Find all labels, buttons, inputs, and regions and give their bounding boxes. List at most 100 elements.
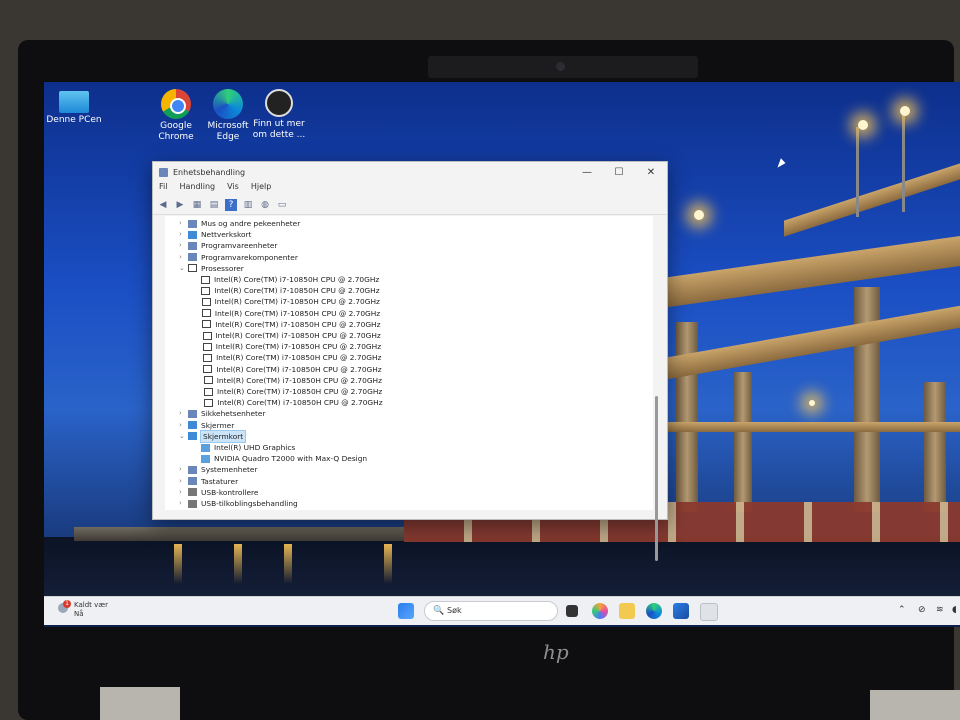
menu-view[interactable]: Vis <box>227 182 239 196</box>
search-icon: 🔍 <box>433 606 445 616</box>
chevron-right-icon[interactable]: › <box>179 487 188 498</box>
processor-icon <box>201 286 211 295</box>
scan-hardware-icon[interactable]: ◍ <box>259 199 271 211</box>
device-icon <box>188 253 197 262</box>
usb-icon <box>188 488 197 497</box>
chevron-right-icon[interactable]: › <box>179 408 188 419</box>
tree-category-item[interactable]: › Nettverkskort <box>179 229 251 240</box>
scrollbar[interactable] <box>655 396 658 561</box>
chevron-right-icon[interactable]: › <box>179 420 188 431</box>
title-bar[interactable]: Enhetsbehandling — ☐ ✕ <box>153 162 667 182</box>
tree-device-item[interactable]: Intel(R) Core(TM) i7-10850H CPU @ 2.70GH… <box>203 364 382 375</box>
wifi-icon[interactable]: ≋ <box>936 605 944 615</box>
tree-category-item[interactable]: › Programvarekomponenter <box>179 252 298 263</box>
chevron-right-icon[interactable]: › <box>179 498 188 509</box>
tree-category-item[interactable]: › Sikkehetsenheter <box>179 408 266 419</box>
tree-item-label: Intel(R) Core(TM) i7-10850H CPU @ 2.70GH… <box>214 286 380 296</box>
tree-category-item[interactable]: › Tastaturer <box>179 476 238 487</box>
weather-widget[interactable]: 1 Kaldt vær Nå <box>58 600 109 619</box>
tree-item-label: Skjermer <box>201 420 235 430</box>
tree-item-label: Mus og andre pekeenheter <box>201 219 301 228</box>
tree-category-item[interactable]: ⌄ Skjermkort <box>179 429 247 443</box>
notifications-off-icon[interactable]: ⊘ <box>918 605 926 615</box>
tree-device-item[interactable]: Intel(R) Core(TM) i7-10850H CPU @ 2.70GH… <box>201 296 380 307</box>
menu-bar: Fil Handling Vis Hjelp <box>153 182 667 196</box>
wallpaper-light <box>809 400 815 406</box>
maximize-button[interactable]: ☐ <box>603 167 635 178</box>
tree-category-item[interactable]: › Skjermer <box>179 420 234 431</box>
device-icon <box>188 409 197 418</box>
monitor-icon[interactable]: ▭ <box>276 199 288 211</box>
tree-device-item[interactable]: Intel(R) Core(TM) i7-10850H CPU @ 2.70GH… <box>203 375 382 386</box>
wallpaper-reflection <box>234 544 242 584</box>
tree-category-item[interactable]: › Mus og andre pekeenheter <box>179 218 300 229</box>
store-icon[interactable] <box>673 603 689 619</box>
monitor-icon <box>188 421 197 430</box>
tree-category-item[interactable]: ⌄ Prosessorer <box>179 263 244 274</box>
toolbar: ◀ ▶ ▦ ▤ ? ▥ ◍ ▭ <box>153 196 667 215</box>
copilot-icon[interactable] <box>592 603 608 619</box>
chevron-right-icon[interactable]: › <box>179 252 188 263</box>
tree-device-item[interactable]: Intel(R) Core(TM) i7-10850H CPU @ 2.70GH… <box>204 397 383 408</box>
chevron-down-icon[interactable]: ⌄ <box>179 431 188 442</box>
close-button[interactable]: ✕ <box>635 167 667 178</box>
wallpaper-bridge-deck <box>662 305 960 381</box>
tree-item-label: Skjermkort <box>199 429 247 443</box>
wallpaper-reflection <box>384 544 392 584</box>
desktop-icon-chrome[interactable]: Google Chrome <box>146 89 206 143</box>
tree-device-item[interactable]: Intel(R) Core(TM) i7-10850H CPU @ 2.70GH… <box>201 274 379 285</box>
tree-device-item[interactable]: Intel(R) Core(TM) i7-10850H CPU @ 2.70GH… <box>201 285 380 296</box>
weather-text: Kaldt vær <box>74 601 109 609</box>
tree-device-item[interactable]: Intel(R) Core(TM) i7-10850H CPU @ 2.70GH… <box>202 330 381 341</box>
tree-category-item[interactable]: › USB-tilkoblingsbehandling <box>179 498 298 509</box>
tree-device-item[interactable]: Intel(R) Core(TM) i7-10850H CPU @ 2.70GH… <box>201 308 380 319</box>
device-manager-window[interactable]: Enhetsbehandling — ☐ ✕ Fil Handling Vis … <box>152 161 668 561</box>
chevron-down-icon[interactable]: ⌄ <box>179 263 188 274</box>
menu-help[interactable]: Hjelp <box>251 182 271 196</box>
monitor-icon <box>188 230 197 239</box>
file-explorer-icon[interactable] <box>619 603 635 619</box>
edge-taskbar-icon[interactable] <box>646 603 662 619</box>
tree-device-item[interactable]: Intel(R) Core(TM) i7-10850H CPU @ 2.70GH… <box>202 341 381 352</box>
tree-item-label: Intel(R) UHD Graphics <box>214 443 296 452</box>
minimize-button[interactable]: — <box>571 167 603 178</box>
start-windows-icon[interactable] <box>398 603 414 619</box>
forward-arrow-icon[interactable]: ▶ <box>174 199 186 211</box>
processor-icon <box>204 398 214 407</box>
wallpaper-light <box>858 120 868 130</box>
tree-category-item[interactable]: › USB-kontrollere <box>179 487 258 498</box>
chevron-up-icon[interactable]: ⌃ <box>898 605 906 615</box>
tree-device-item[interactable]: Intel(R) UHD Graphics <box>201 442 295 453</box>
tree-device-item[interactable]: Intel(R) Core(TM) i7-10850H CPU @ 2.70GH… <box>202 319 381 330</box>
menu-action[interactable]: Handling <box>179 182 215 196</box>
wallpaper-bridge-deck <box>784 163 960 237</box>
update-driver-icon[interactable]: ▤ <box>208 199 220 211</box>
tree-device-item[interactable]: Intel(R) Core(TM) i7-10850H CPU @ 2.70GH… <box>204 386 382 397</box>
help-icon[interactable]: ? <box>225 199 237 211</box>
chevron-right-icon[interactable]: › <box>179 464 188 475</box>
tree-category-item[interactable]: › Programvareenheter <box>179 240 277 251</box>
chevron-right-icon[interactable]: › <box>179 229 188 240</box>
desktop-icon-learn-more[interactable]: Finn ut mer om dette ... <box>249 89 309 141</box>
search-box[interactable]: 🔍 Søk <box>424 601 558 621</box>
resources-icon[interactable]: ▥ <box>242 199 254 211</box>
desktop-icon-label: Denne PCen <box>46 115 102 125</box>
device-icon <box>188 465 197 474</box>
tree-item-label: Tastaturer <box>201 476 239 486</box>
desktop-icon-label: Finn ut mer om dette ... <box>252 119 306 140</box>
properties-icon[interactable]: ▦ <box>191 199 203 211</box>
menu-file[interactable]: Fil <box>159 182 167 196</box>
desktop-icon-this-pc[interactable]: Denne PCen <box>44 91 104 126</box>
task-view-icon[interactable] <box>566 605 578 617</box>
device-manager-taskbar-icon[interactable] <box>700 603 718 621</box>
processor-icon <box>203 353 213 362</box>
tree-device-item[interactable]: NVIDIA Quadro T2000 with Max-Q Design <box>201 453 367 464</box>
chevron-right-icon[interactable]: › <box>179 218 188 229</box>
processor-icon <box>188 264 197 273</box>
tree-device-item[interactable]: Intel(R) Core(TM) i7-10850H CPU @ 2.70GH… <box>203 352 381 363</box>
chevron-right-icon[interactable]: › <box>179 240 188 251</box>
back-arrow-icon[interactable]: ◀ <box>157 199 169 211</box>
chevron-right-icon[interactable]: › <box>179 476 188 487</box>
volume-icon[interactable]: ◖ <box>952 605 957 615</box>
tree-category-item[interactable]: › Systemenheter <box>179 464 258 475</box>
